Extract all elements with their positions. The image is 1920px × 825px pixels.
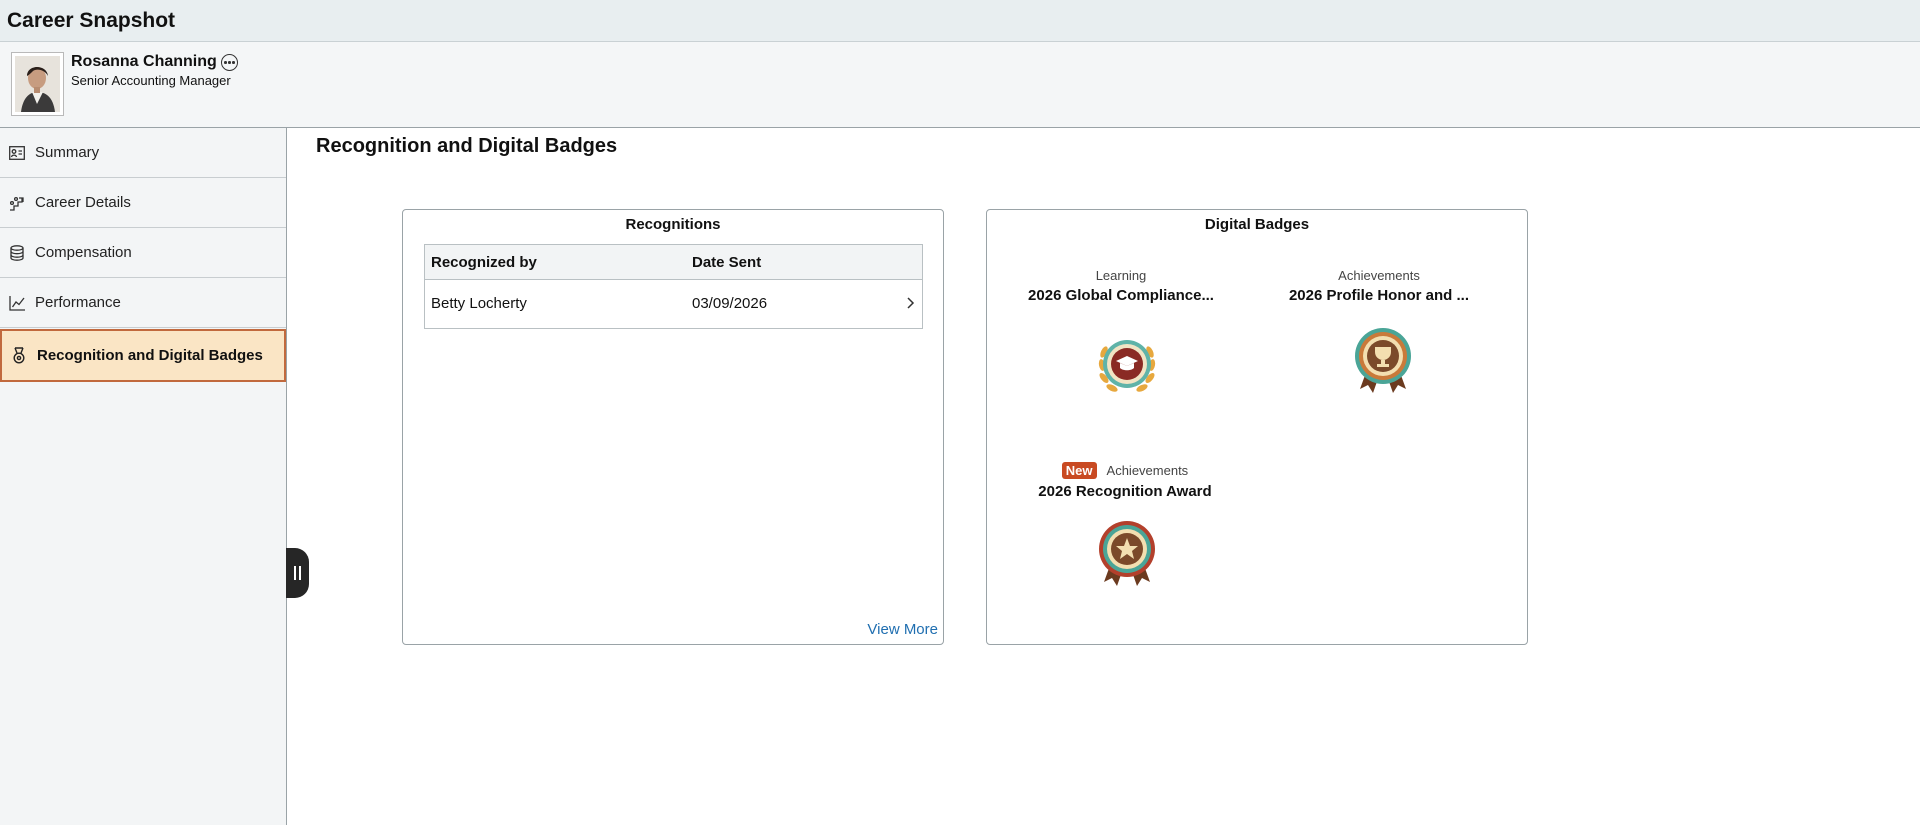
- person-name: Rosanna Channing: [71, 53, 217, 70]
- trophy-medal-icon[interactable]: [1350, 325, 1416, 395]
- line-chart-icon: [8, 294, 26, 312]
- badge-item[interactable]: New Achievements 2026 Recognition Award: [1015, 462, 1235, 500]
- badge-item[interactable]: Achievements 2026 Profile Honor and ...: [1269, 268, 1489, 304]
- badge-name: 2026 Global Compliance...: [1028, 287, 1214, 304]
- badge-category: Achievements: [1106, 463, 1189, 478]
- badge-item[interactable]: Learning 2026 Global Compliance...: [1011, 268, 1231, 304]
- column-header-recognized-by: Recognized by: [431, 254, 537, 271]
- digital-badges-title: Digital Badges: [1204, 216, 1310, 233]
- sidebar-item-label: Career Details: [35, 194, 131, 211]
- recognitions-title: Recognitions: [625, 216, 721, 233]
- person-job-title: Senior Accounting Manager: [71, 73, 231, 88]
- badge-category: Learning: [1095, 268, 1147, 283]
- app-header: Career Snapshot: [0, 0, 1920, 42]
- career-steps-icon: [8, 194, 26, 212]
- star-medal-icon[interactable]: [1095, 518, 1159, 588]
- sidebar-item-label: Recognition and Digital Badges: [37, 347, 263, 364]
- sidebar-item-label: Summary: [35, 144, 100, 161]
- table-row[interactable]: Betty Locherty 03/09/2026: [425, 280, 922, 328]
- page-title: Recognition and Digital Badges: [316, 135, 618, 157]
- view-more-link[interactable]: View More: [867, 621, 938, 638]
- graduation-cap-medal-icon[interactable]: [1092, 330, 1162, 400]
- sidebar: Summary Career Details Compensation Perf…: [0, 128, 287, 825]
- medal-icon: [10, 347, 28, 365]
- recognitions-table: Recognized by Date Sent Betty Locherty 0…: [424, 244, 923, 329]
- person-banner: Rosanna Channing Senior Accounting Manag…: [0, 42, 1920, 128]
- badge-category-row: New Achievements: [1015, 462, 1235, 479]
- badge-category: Achievements: [1338, 268, 1420, 283]
- recognized-by-cell: Betty Locherty: [431, 295, 527, 312]
- date-sent-cell: 03/09/2026: [692, 295, 768, 312]
- app-title: Career Snapshot: [7, 9, 176, 32]
- sidebar-item-compensation[interactable]: Compensation: [0, 228, 286, 278]
- coins-stack-icon: [8, 244, 26, 262]
- recognitions-card: Recognitions Recognized by Date Sent Bet…: [402, 209, 944, 645]
- badge-name: 2026 Recognition Award: [1038, 483, 1212, 500]
- sidebar-item-label: Performance: [35, 294, 121, 311]
- badge-name: 2026 Profile Honor and ...: [1288, 287, 1470, 304]
- table-header: Recognized by Date Sent: [425, 245, 922, 280]
- chevron-right-icon: [907, 297, 915, 309]
- digital-badges-card: Digital Badges Learning 2026 Global Comp…: [986, 209, 1528, 645]
- sidebar-item-label: Compensation: [35, 244, 132, 261]
- id-card-icon: [8, 144, 26, 162]
- avatar: [11, 52, 64, 116]
- sidebar-item-performance[interactable]: Performance: [0, 278, 286, 328]
- more-actions-icon[interactable]: [221, 54, 238, 71]
- new-badge-tag: New: [1061, 462, 1097, 479]
- sidebar-item-summary[interactable]: Summary: [0, 128, 286, 178]
- sidebar-collapse-handle[interactable]: [286, 548, 309, 598]
- sidebar-item-recognition-and-digital-badges[interactable]: Recognition and Digital Badges: [0, 329, 286, 382]
- column-header-date-sent: Date Sent: [692, 254, 762, 271]
- sidebar-item-career-details[interactable]: Career Details: [0, 178, 286, 228]
